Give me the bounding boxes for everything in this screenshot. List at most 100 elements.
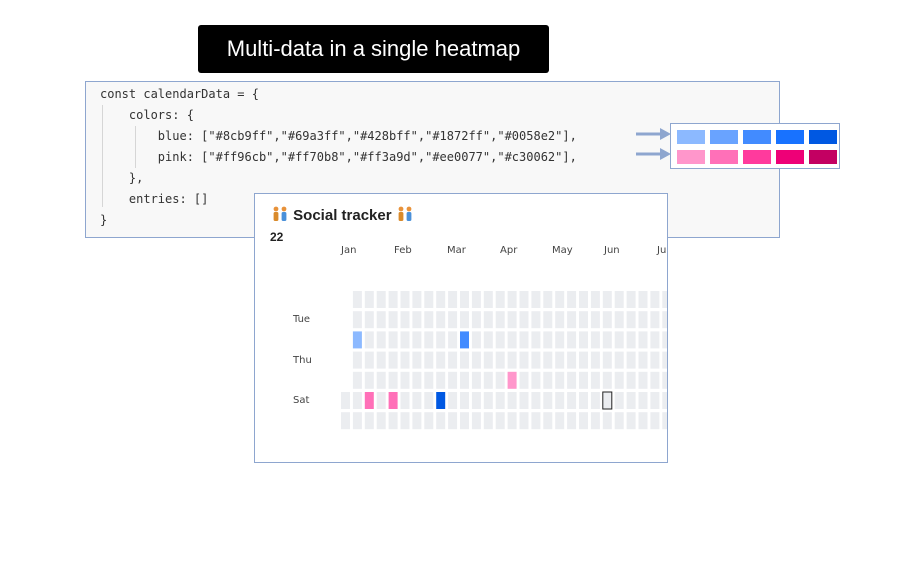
day-cell[interactable] [650, 412, 660, 430]
day-cell[interactable] [507, 412, 517, 430]
day-cell[interactable] [460, 371, 469, 389]
day-cell[interactable] [483, 311, 493, 329]
day-cell[interactable] [590, 371, 600, 389]
day-cell[interactable] [448, 392, 458, 409]
day-cell[interactable] [388, 311, 398, 329]
day-cell[interactable] [531, 351, 541, 369]
day-cell[interactable] [471, 412, 481, 430]
day-cell[interactable] [376, 392, 386, 409]
day-cell[interactable] [662, 291, 668, 308]
day-cell[interactable] [376, 412, 386, 430]
day-cell[interactable] [543, 351, 553, 369]
day-cell[interactable] [519, 351, 529, 369]
day-cell[interactable] [424, 412, 434, 430]
day-cell[interactable] [567, 311, 577, 329]
day-cell[interactable] [388, 331, 398, 349]
day-cell[interactable] [662, 412, 668, 430]
day-cell[interactable] [400, 311, 410, 329]
day-cell[interactable] [376, 331, 386, 349]
day-cell[interactable] [555, 291, 565, 308]
day-cell[interactable] [519, 291, 529, 308]
day-cell[interactable] [590, 392, 600, 409]
day-cell[interactable] [602, 351, 612, 369]
activity-day-cell[interactable] [352, 331, 362, 349]
day-cell[interactable] [460, 311, 469, 329]
day-cell[interactable] [626, 412, 636, 430]
day-cell[interactable] [352, 311, 362, 329]
activity-day-cell[interactable] [436, 392, 446, 409]
day-cell[interactable] [626, 351, 636, 369]
day-cell[interactable] [590, 351, 600, 369]
day-cell[interactable] [531, 371, 541, 389]
day-cell[interactable] [614, 351, 624, 369]
day-cell[interactable] [471, 311, 481, 329]
day-cell[interactable] [376, 351, 386, 369]
day-cell[interactable] [579, 392, 588, 409]
day-cell[interactable] [341, 392, 350, 409]
day-cell[interactable] [507, 331, 517, 349]
day-cell[interactable] [495, 371, 505, 389]
day-cell[interactable] [579, 291, 588, 308]
day-cell[interactable] [376, 291, 386, 308]
day-cell[interactable] [400, 331, 410, 349]
day-cell[interactable] [412, 311, 422, 329]
day-cell[interactable] [543, 291, 553, 308]
day-cell[interactable] [543, 412, 553, 430]
day-cell[interactable] [352, 412, 362, 430]
day-cell[interactable] [352, 351, 362, 369]
day-cell[interactable] [483, 351, 493, 369]
day-cell[interactable] [650, 331, 660, 349]
day-cell[interactable] [376, 371, 386, 389]
day-cell[interactable] [579, 371, 588, 389]
day-cell[interactable] [519, 311, 529, 329]
day-cell[interactable] [626, 311, 636, 329]
selected-day-cell[interactable] [602, 391, 613, 410]
day-cell[interactable] [662, 311, 668, 329]
day-cell[interactable] [436, 412, 446, 430]
day-cell[interactable] [388, 412, 398, 430]
day-cell[interactable] [352, 291, 362, 308]
day-cell[interactable] [626, 331, 636, 349]
day-cell[interactable] [388, 371, 398, 389]
activity-day-cell[interactable] [507, 371, 517, 389]
day-cell[interactable] [531, 412, 541, 430]
day-cell[interactable] [495, 351, 505, 369]
day-cell[interactable] [650, 351, 660, 369]
day-cell[interactable] [483, 412, 493, 430]
day-cell[interactable] [590, 412, 600, 430]
day-cell[interactable] [400, 351, 410, 369]
day-cell[interactable] [519, 331, 529, 349]
day-cell[interactable] [614, 291, 624, 308]
day-cell[interactable] [555, 392, 565, 409]
day-cell[interactable] [543, 331, 553, 349]
day-cell[interactable] [436, 291, 446, 308]
day-cell[interactable] [388, 351, 398, 369]
day-cell[interactable] [567, 392, 577, 409]
day-cell[interactable] [638, 412, 648, 430]
day-cell[interactable] [555, 311, 565, 329]
day-cell[interactable] [471, 331, 481, 349]
day-cell[interactable] [638, 331, 648, 349]
day-cell[interactable] [448, 311, 458, 329]
day-cell[interactable] [412, 371, 422, 389]
day-cell[interactable] [495, 311, 505, 329]
day-cell[interactable] [531, 311, 541, 329]
day-cell[interactable] [471, 371, 481, 389]
day-cell[interactable] [341, 412, 350, 430]
day-cell[interactable] [579, 412, 588, 430]
day-cell[interactable] [614, 331, 624, 349]
day-cell[interactable] [460, 291, 469, 308]
day-cell[interactable] [424, 331, 434, 349]
day-cell[interactable] [555, 351, 565, 369]
day-cell[interactable] [364, 331, 374, 349]
day-cell[interactable] [436, 351, 446, 369]
day-cell[interactable] [424, 371, 434, 389]
activity-day-cell[interactable] [364, 392, 374, 409]
day-cell[interactable] [567, 291, 577, 308]
activity-day-cell[interactable] [460, 331, 469, 349]
day-cell[interactable] [364, 412, 374, 430]
day-cell[interactable] [412, 291, 422, 308]
day-cell[interactable] [507, 291, 517, 308]
day-cell[interactable] [531, 291, 541, 308]
day-cell[interactable] [364, 371, 374, 389]
